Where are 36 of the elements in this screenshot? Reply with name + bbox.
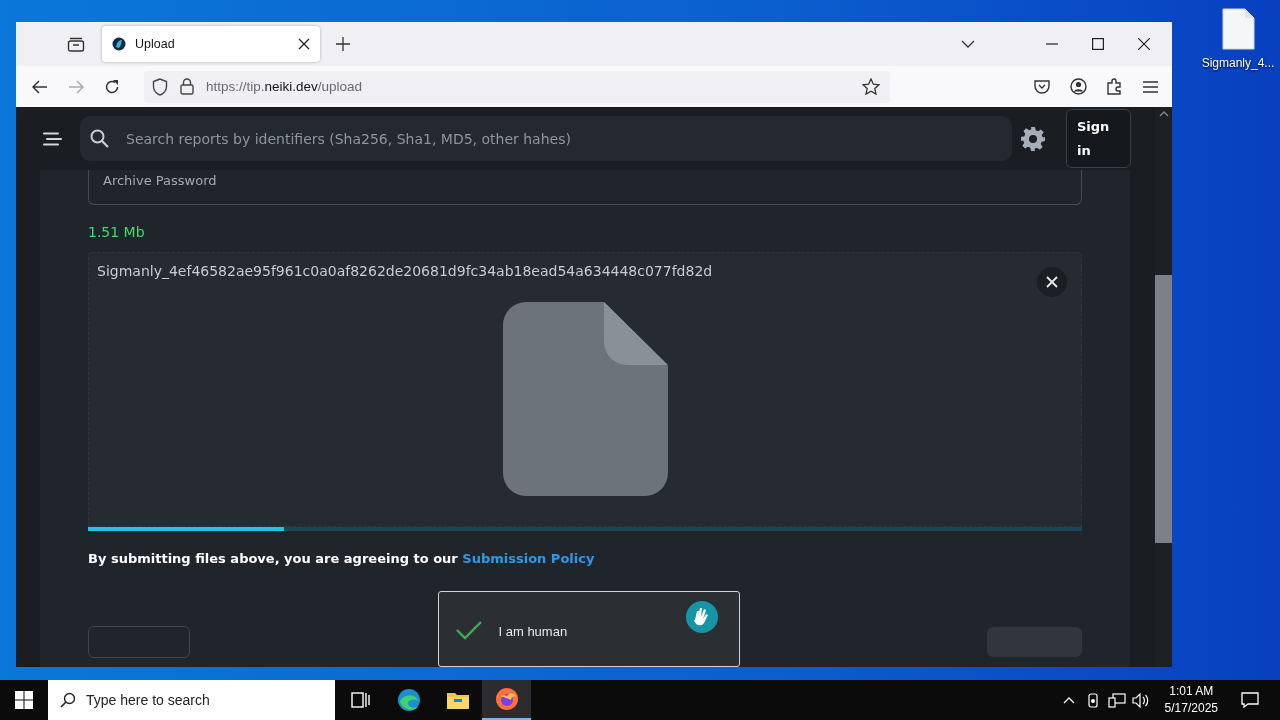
file-icon[interactable] [1221,8,1255,50]
search-field[interactable]: Search reports by identifiers (Sha256, Sha1, MD5, other hahes) [80,116,1012,161]
tab-groups-icon[interactable] [67,36,85,52]
close-icon[interactable] [298,38,310,50]
site-icon [112,37,126,51]
file-name: Sigmanly_4ef46582ae95f961c0a0af8262de20681d9fc34ab18ead54a634448c077fd82d [97,263,713,280]
scroll-up-icon[interactable] [1158,111,1169,117]
clock-time[interactable]: 1:01 AM [1169,683,1214,700]
password-field[interactable]: Archive Password [88,170,1082,205]
desktop-icon-label[interactable]: Sigmanly_4... [1201,56,1275,70]
browser-tab[interactable]: Upload [102,26,320,62]
menu-icon[interactable] [43,131,62,146]
star-icon[interactable] [862,78,880,95]
shield-icon[interactable] [152,77,168,96]
remove-file-button[interactable] [1037,267,1067,298]
sign-in-button[interactable]: Sign in [1066,109,1131,168]
clock-date[interactable]: 5/17/2025 [1164,700,1218,717]
close-icon [1046,276,1058,289]
firefox-icon[interactable] [482,680,531,720]
chevron-down-icon[interactable] [961,40,975,48]
checkmark-icon[interactable] [454,620,483,640]
settings-icon[interactable] [1020,125,1046,152]
url-text: https://tip.neiki.dev/upload [206,79,363,94]
tab-title: Upload [135,37,176,51]
scrollbar-thumb[interactable] [1155,275,1172,543]
hand-logo-icon [684,600,719,634]
file-drop-zone[interactable]: Sigmanly_4ef46582ae95f961c0a0af8262de20681d9fc34ab18ead54a634448c077fd82d [88,252,1082,528]
file-size: 1.51 Mb [88,224,146,241]
plus-icon[interactable] [336,37,350,51]
taskbar-search-field[interactable]: Type here to search [48,680,335,720]
policy-text: By submitting files above, you are agreeing to our [88,551,459,566]
address-bar[interactable]: https://tip.neiki.dev/upload [144,70,890,103]
document-icon [501,301,669,498]
lock-icon[interactable] [180,78,194,95]
submission-policy-link[interactable]: Submission Policy [462,551,595,566]
captcha-label: I am human [498,624,568,639]
